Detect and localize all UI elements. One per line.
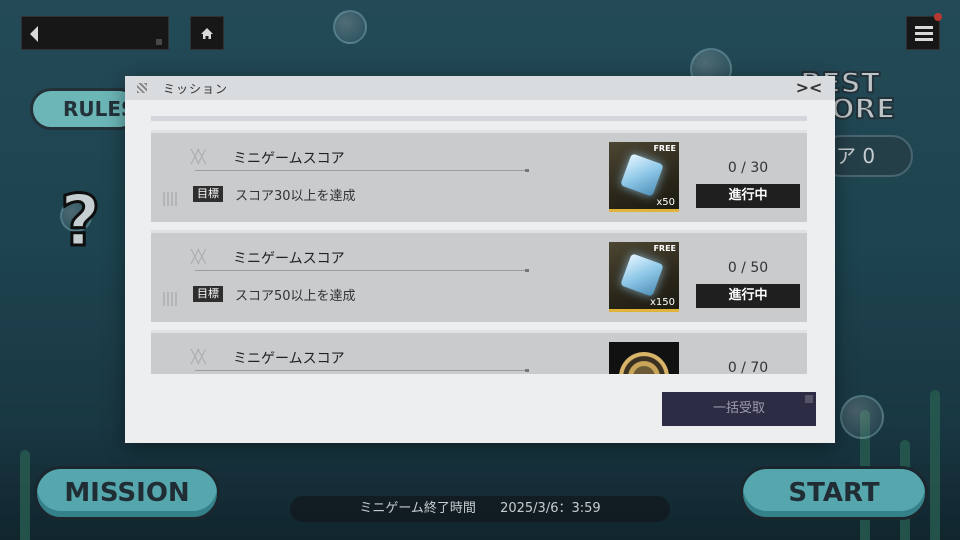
reward-quantity: x50: [656, 197, 675, 208]
modal-header: ミッション ><: [125, 76, 835, 100]
modal-title: ミッション: [163, 82, 229, 96]
grip-decoration: [163, 192, 177, 206]
mission-progress: 0 / 50: [727, 260, 769, 276]
title-underline: [195, 169, 529, 172]
mission-progress: 0 / 70: [727, 360, 769, 374]
mission-card: ╳╳ ミニゲームスコア 0 / 70: [151, 330, 807, 374]
crystal-cube-icon: [620, 253, 664, 297]
reward-item[interactable]: [609, 342, 679, 374]
goal-tag: 目標: [193, 186, 223, 202]
reward-rarity-bar: [609, 209, 679, 212]
title-underline: [195, 369, 529, 372]
header-stripe-icon: [137, 83, 147, 93]
cross-decoration-icon: ╳╳: [191, 350, 206, 365]
title-underline: [195, 269, 529, 272]
mission-modal: ミッション >< ╳╳ ミニゲームスコア 目標 スコア30以上を達成 FREE …: [125, 76, 835, 443]
reward-item[interactable]: FREE x150: [609, 242, 679, 312]
list-top-divider: [151, 116, 807, 121]
goal-tag: 目標: [193, 286, 223, 302]
reward-quantity: x150: [649, 297, 675, 308]
cross-decoration-icon: ╳╳: [191, 150, 206, 165]
reward-free-label: FREE: [653, 144, 676, 153]
crystal-cube-icon: [620, 153, 664, 197]
mission-card: ╳╳ ミニゲームスコア 目標 スコア30以上を達成 FREE x50 0 / 3…: [151, 130, 807, 222]
mission-status: 進行中: [696, 284, 800, 308]
close-icon[interactable]: ><: [793, 79, 825, 97]
corner-mark: [805, 395, 813, 403]
claim-all-button[interactable]: 一括受取: [662, 392, 816, 426]
grip-decoration: [163, 292, 177, 306]
cross-decoration-icon: ╳╳: [191, 250, 206, 265]
mission-goal: スコア50以上を達成: [235, 289, 356, 304]
mission-card: ╳╳ ミニゲームスコア 目標 スコア50以上を達成 FREE x150 0 / …: [151, 230, 807, 322]
mission-title: ミニゲームスコア: [233, 251, 345, 267]
reward-rarity-bar: [609, 309, 679, 312]
gold-medal-icon: [619, 352, 669, 374]
reward-free-label: FREE: [653, 244, 676, 253]
mission-title: ミニゲームスコア: [233, 151, 345, 167]
mission-goal: スコア30以上を達成: [235, 189, 356, 204]
mission-list[interactable]: ╳╳ ミニゲームスコア 目標 スコア30以上を達成 FREE x50 0 / 3…: [151, 130, 807, 374]
mission-progress: 0 / 30: [727, 160, 769, 176]
mission-status: 進行中: [696, 184, 800, 208]
claim-all-label: 一括受取: [712, 401, 765, 416]
reward-item[interactable]: FREE x50: [609, 142, 679, 212]
mission-title: ミニゲームスコア: [233, 351, 345, 367]
